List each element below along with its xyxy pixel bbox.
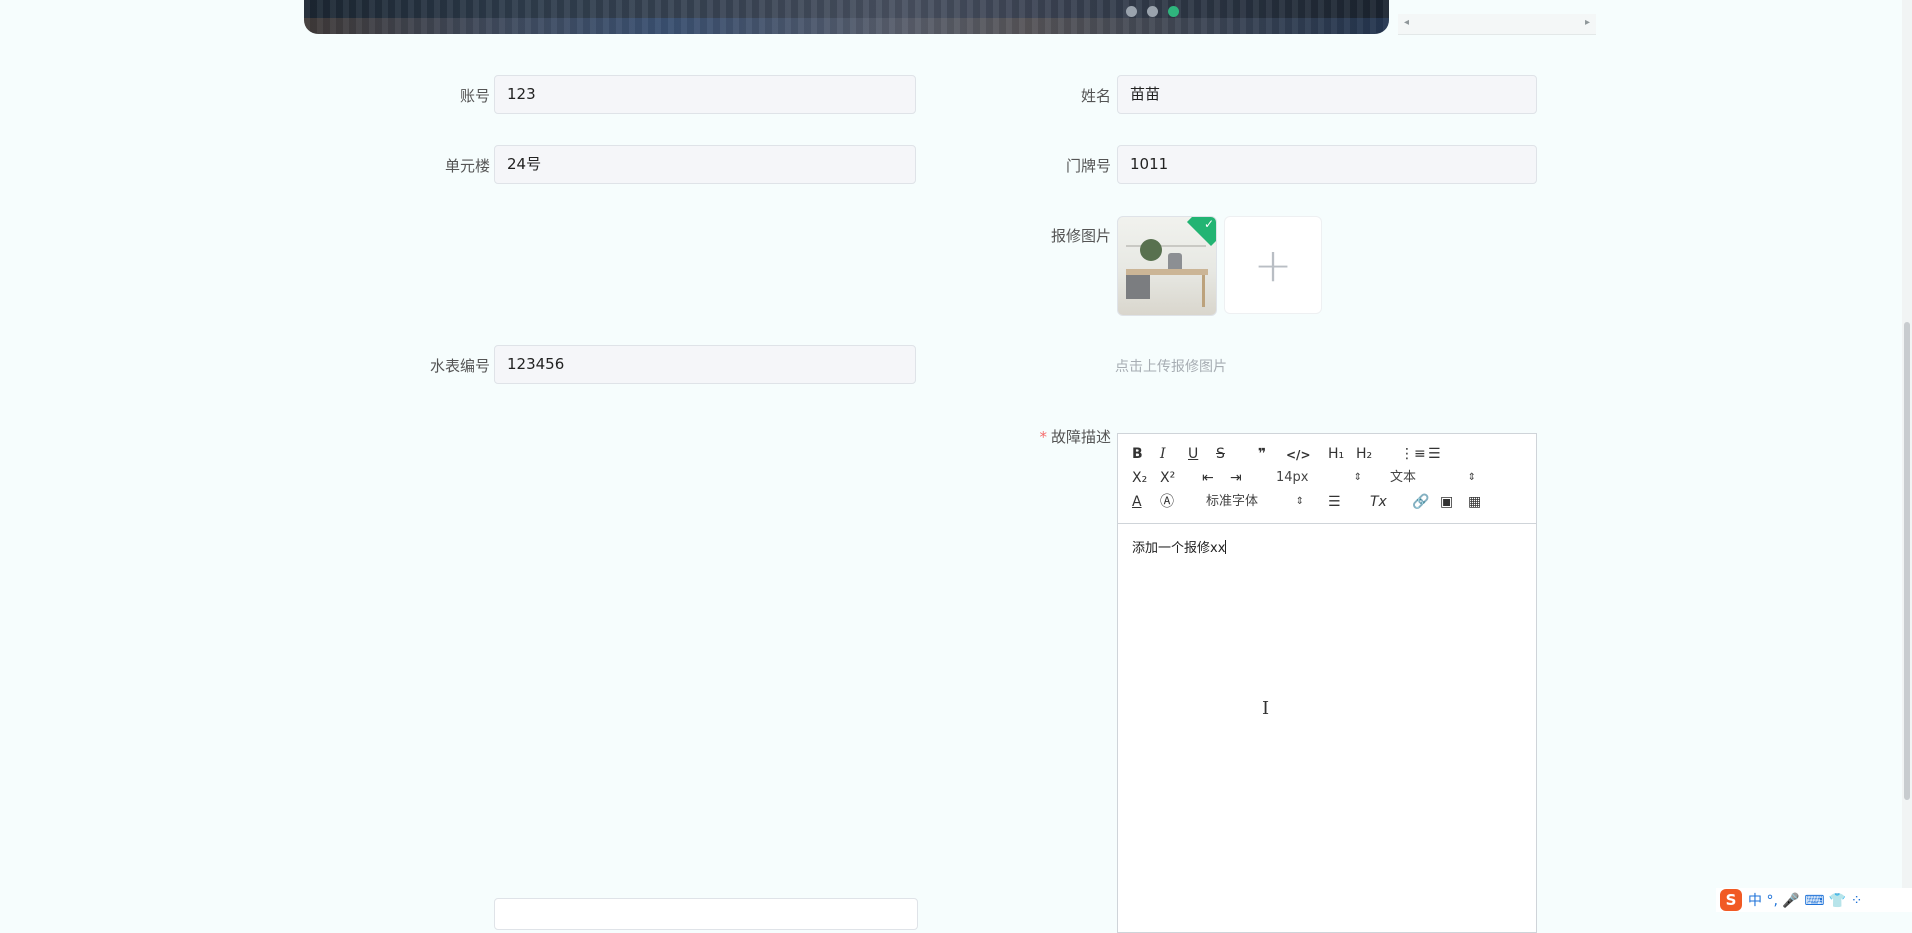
sogou-logo-icon[interactable]: S xyxy=(1720,889,1742,911)
check-icon: ✓ xyxy=(1203,217,1214,231)
strikethrough-button[interactable]: S xyxy=(1216,445,1225,463)
blockquote-button[interactable]: ❞ xyxy=(1258,445,1266,463)
water-meter-label: 水表编号 xyxy=(429,357,490,375)
next-field-input[interactable] xyxy=(494,898,918,930)
font-family-picker[interactable]: 标准字体 ⇕ xyxy=(1206,493,1304,511)
heading-1-button[interactable]: H₁ xyxy=(1328,445,1344,463)
link-button[interactable]: 🔗 xyxy=(1412,493,1429,511)
code-block-button[interactable]: </> xyxy=(1286,446,1311,464)
editor-toolbar: B I U S ❞ </> H₁ H₂ ⋮≡ ☰ X₂ X² ⇤ ⇥ 14px … xyxy=(1118,434,1536,524)
water-meter-field[interactable]: 123456 xyxy=(494,345,916,384)
font-size-value: 14px xyxy=(1276,470,1309,485)
scroll-right-arrow-icon[interactable]: ▸ xyxy=(1585,17,1590,28)
account-field[interactable]: 123 xyxy=(494,75,916,114)
background-color-button[interactable]: Ⓐ xyxy=(1160,493,1174,511)
plus-icon: + xyxy=(1253,238,1293,292)
door-number-label: 门牌号 xyxy=(1065,157,1111,175)
header-caret-icon: ⇕ xyxy=(1467,472,1476,483)
bullet-list-button[interactable]: ☰ xyxy=(1428,445,1441,463)
scroll-left-arrow-icon[interactable]: ◂ xyxy=(1404,17,1409,28)
clear-format-button[interactable]: Tx xyxy=(1370,493,1387,511)
underline-button[interactable]: U xyxy=(1188,445,1198,463)
italic-button[interactable]: I xyxy=(1160,445,1166,463)
photo-lamp xyxy=(1126,245,1206,247)
carousel-banner[interactable] xyxy=(304,0,1389,34)
account-label: 账号 xyxy=(459,87,490,105)
outdent-button[interactable]: ⇤ xyxy=(1202,469,1214,487)
i-beam-cursor-icon: I xyxy=(1262,698,1270,719)
heading-2-button[interactable]: H₂ xyxy=(1356,445,1372,463)
uploaded-photo-thumbnail[interactable]: ✓ xyxy=(1117,216,1217,316)
rich-text-editor[interactable]: B I U S ❞ </> H₁ H₂ ⋮≡ ☰ X₂ X² ⇤ ⇥ 14px … xyxy=(1117,433,1537,933)
editor-content[interactable]: 添加一个报修xx xyxy=(1132,537,1227,556)
repair-photos-label: 报修图片 xyxy=(1050,227,1111,245)
header-picker-value: 文本 xyxy=(1390,470,1417,485)
door-number-field[interactable]: 1011 xyxy=(1117,145,1537,184)
font-size-caret-icon: ⇕ xyxy=(1353,472,1362,483)
video-button[interactable]: ▦ xyxy=(1468,493,1481,511)
editor-text: 添加一个报修xx xyxy=(1132,541,1226,556)
text-color-button[interactable]: A xyxy=(1132,493,1142,511)
header-picker[interactable]: 文本 ⇕ xyxy=(1390,469,1476,487)
font-family-value: 标准字体 xyxy=(1206,494,1259,509)
building-field[interactable]: 24号 xyxy=(494,145,916,184)
page-scrollbar[interactable] xyxy=(1902,0,1912,912)
carousel-dot-2[interactable] xyxy=(1147,6,1158,17)
carousel-indicators xyxy=(1126,6,1179,17)
text-cursor xyxy=(1225,540,1227,554)
ime-toolbar[interactable]: S 中 °, 🎤 ⌨ 👕 ⁘ xyxy=(1716,888,1912,912)
bold-button[interactable]: B xyxy=(1132,445,1143,463)
photo-plant xyxy=(1140,239,1162,261)
font-family-caret-icon: ⇕ xyxy=(1295,496,1304,507)
subscript-button[interactable]: X₂ xyxy=(1132,469,1147,487)
font-size-picker[interactable]: 14px ⇕ xyxy=(1276,469,1362,487)
name-label: 姓名 xyxy=(1080,87,1111,105)
building-label: 单元楼 xyxy=(444,157,490,175)
indent-button[interactable]: ⇥ xyxy=(1230,469,1242,487)
photo-cabinet xyxy=(1126,275,1150,299)
superscript-button[interactable]: X² xyxy=(1160,469,1175,487)
page-scrollbar-thumb[interactable] xyxy=(1904,322,1910,800)
ime-status-icons[interactable]: 中 °, 🎤 ⌨ 👕 ⁘ xyxy=(1748,890,1863,910)
align-button[interactable]: ☰ xyxy=(1328,493,1341,511)
carousel-dot-3[interactable] xyxy=(1168,6,1179,17)
side-panel-scrollbar[interactable]: ◂ ▸ xyxy=(1398,14,1596,35)
upload-hint: 点击上传报修图片 xyxy=(1115,359,1227,375)
fault-description-text: 故障描述 xyxy=(1050,428,1111,446)
name-field[interactable]: 苗苗 xyxy=(1117,75,1537,114)
required-mark: * xyxy=(1039,428,1047,446)
image-button[interactable]: ▣ xyxy=(1440,493,1453,511)
ordered-list-button[interactable]: ⋮≡ xyxy=(1400,445,1426,463)
fault-description-label: * 故障描述 xyxy=(1039,426,1111,447)
upload-photo-button[interactable]: + xyxy=(1224,216,1322,314)
carousel-dot-1[interactable] xyxy=(1126,6,1137,17)
photo-desk-leg xyxy=(1202,275,1205,307)
